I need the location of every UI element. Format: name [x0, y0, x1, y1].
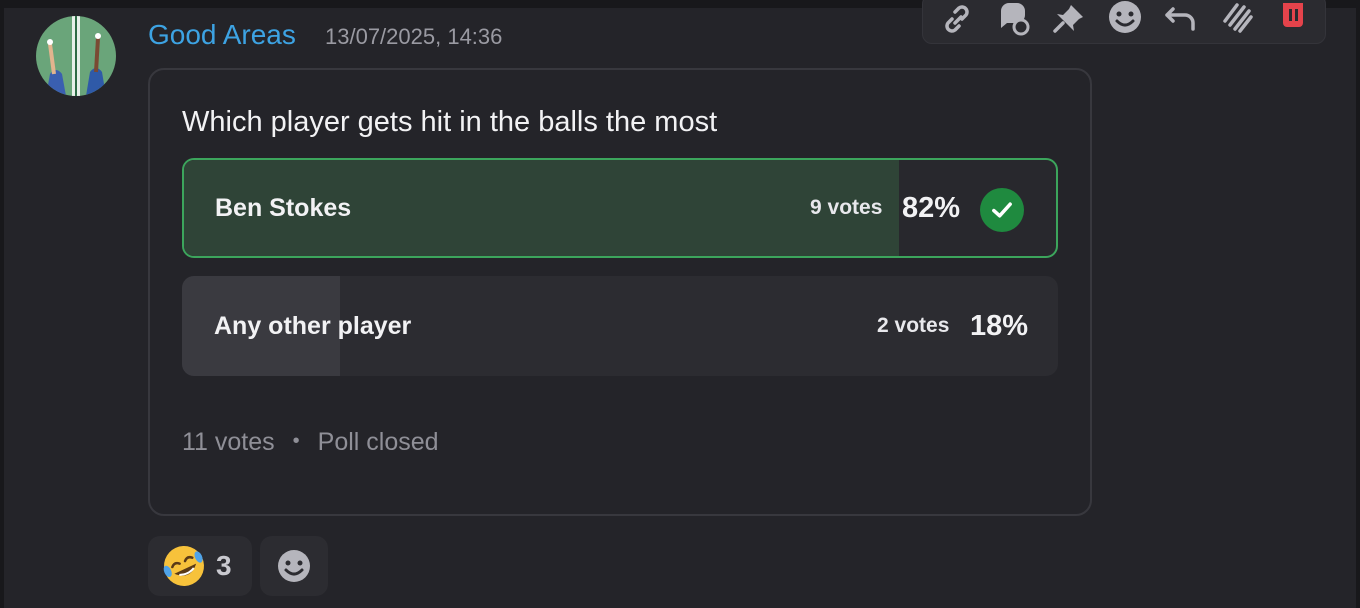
reply-icon[interactable] [1161, 0, 1201, 39]
add-reaction-icon [278, 550, 310, 582]
more-icon[interactable] [1217, 0, 1257, 39]
poll-option-votes: 2 votes [877, 314, 950, 337]
message-actions-toolbar [922, 0, 1326, 44]
reaction-button[interactable]: 3 [148, 536, 252, 596]
pin-icon[interactable] [1049, 0, 1089, 39]
poll-status: Poll closed [317, 428, 439, 456]
poll-option-label: Any other player [214, 311, 412, 340]
poll-option-votes: 9 votes [810, 196, 883, 219]
poll-total-votes: 11 votes [182, 428, 275, 456]
link-icon[interactable] [937, 0, 977, 39]
avatar[interactable] [36, 16, 116, 96]
reaction-count: 3 [216, 550, 232, 581]
message: Good Areas 13/07/2025, 14:36 Which playe… [4, 0, 1356, 608]
add-reaction-button[interactable] [260, 536, 328, 596]
checkmark-icon [980, 188, 1024, 232]
poll-option-winner[interactable]: Ben Stokes 9 votes 82% [182, 158, 1058, 258]
message-timestamp: 13/07/2025, 14:36 [325, 24, 503, 49]
poll-option-percent: 82% [902, 191, 961, 224]
poll-question: Which player gets hit in the balls the m… [182, 106, 718, 138]
thread-icon[interactable] [993, 0, 1033, 39]
author-name[interactable]: Good Areas [148, 18, 296, 52]
rolling-laughing-emoji-icon [163, 546, 204, 586]
poll-option-percent: 18% [970, 309, 1029, 342]
poll-card: Which player gets hit in the balls the m… [148, 68, 1092, 516]
delete-icon[interactable] [1273, 0, 1313, 39]
separator-dot: • [292, 430, 300, 452]
add-reaction-icon[interactable] [1105, 0, 1145, 39]
poll-footer: 11 votes • Poll closed [182, 428, 439, 457]
poll-option-label: Ben Stokes [215, 193, 352, 222]
poll-option[interactable]: Any other player 2 votes 18% [182, 276, 1058, 376]
